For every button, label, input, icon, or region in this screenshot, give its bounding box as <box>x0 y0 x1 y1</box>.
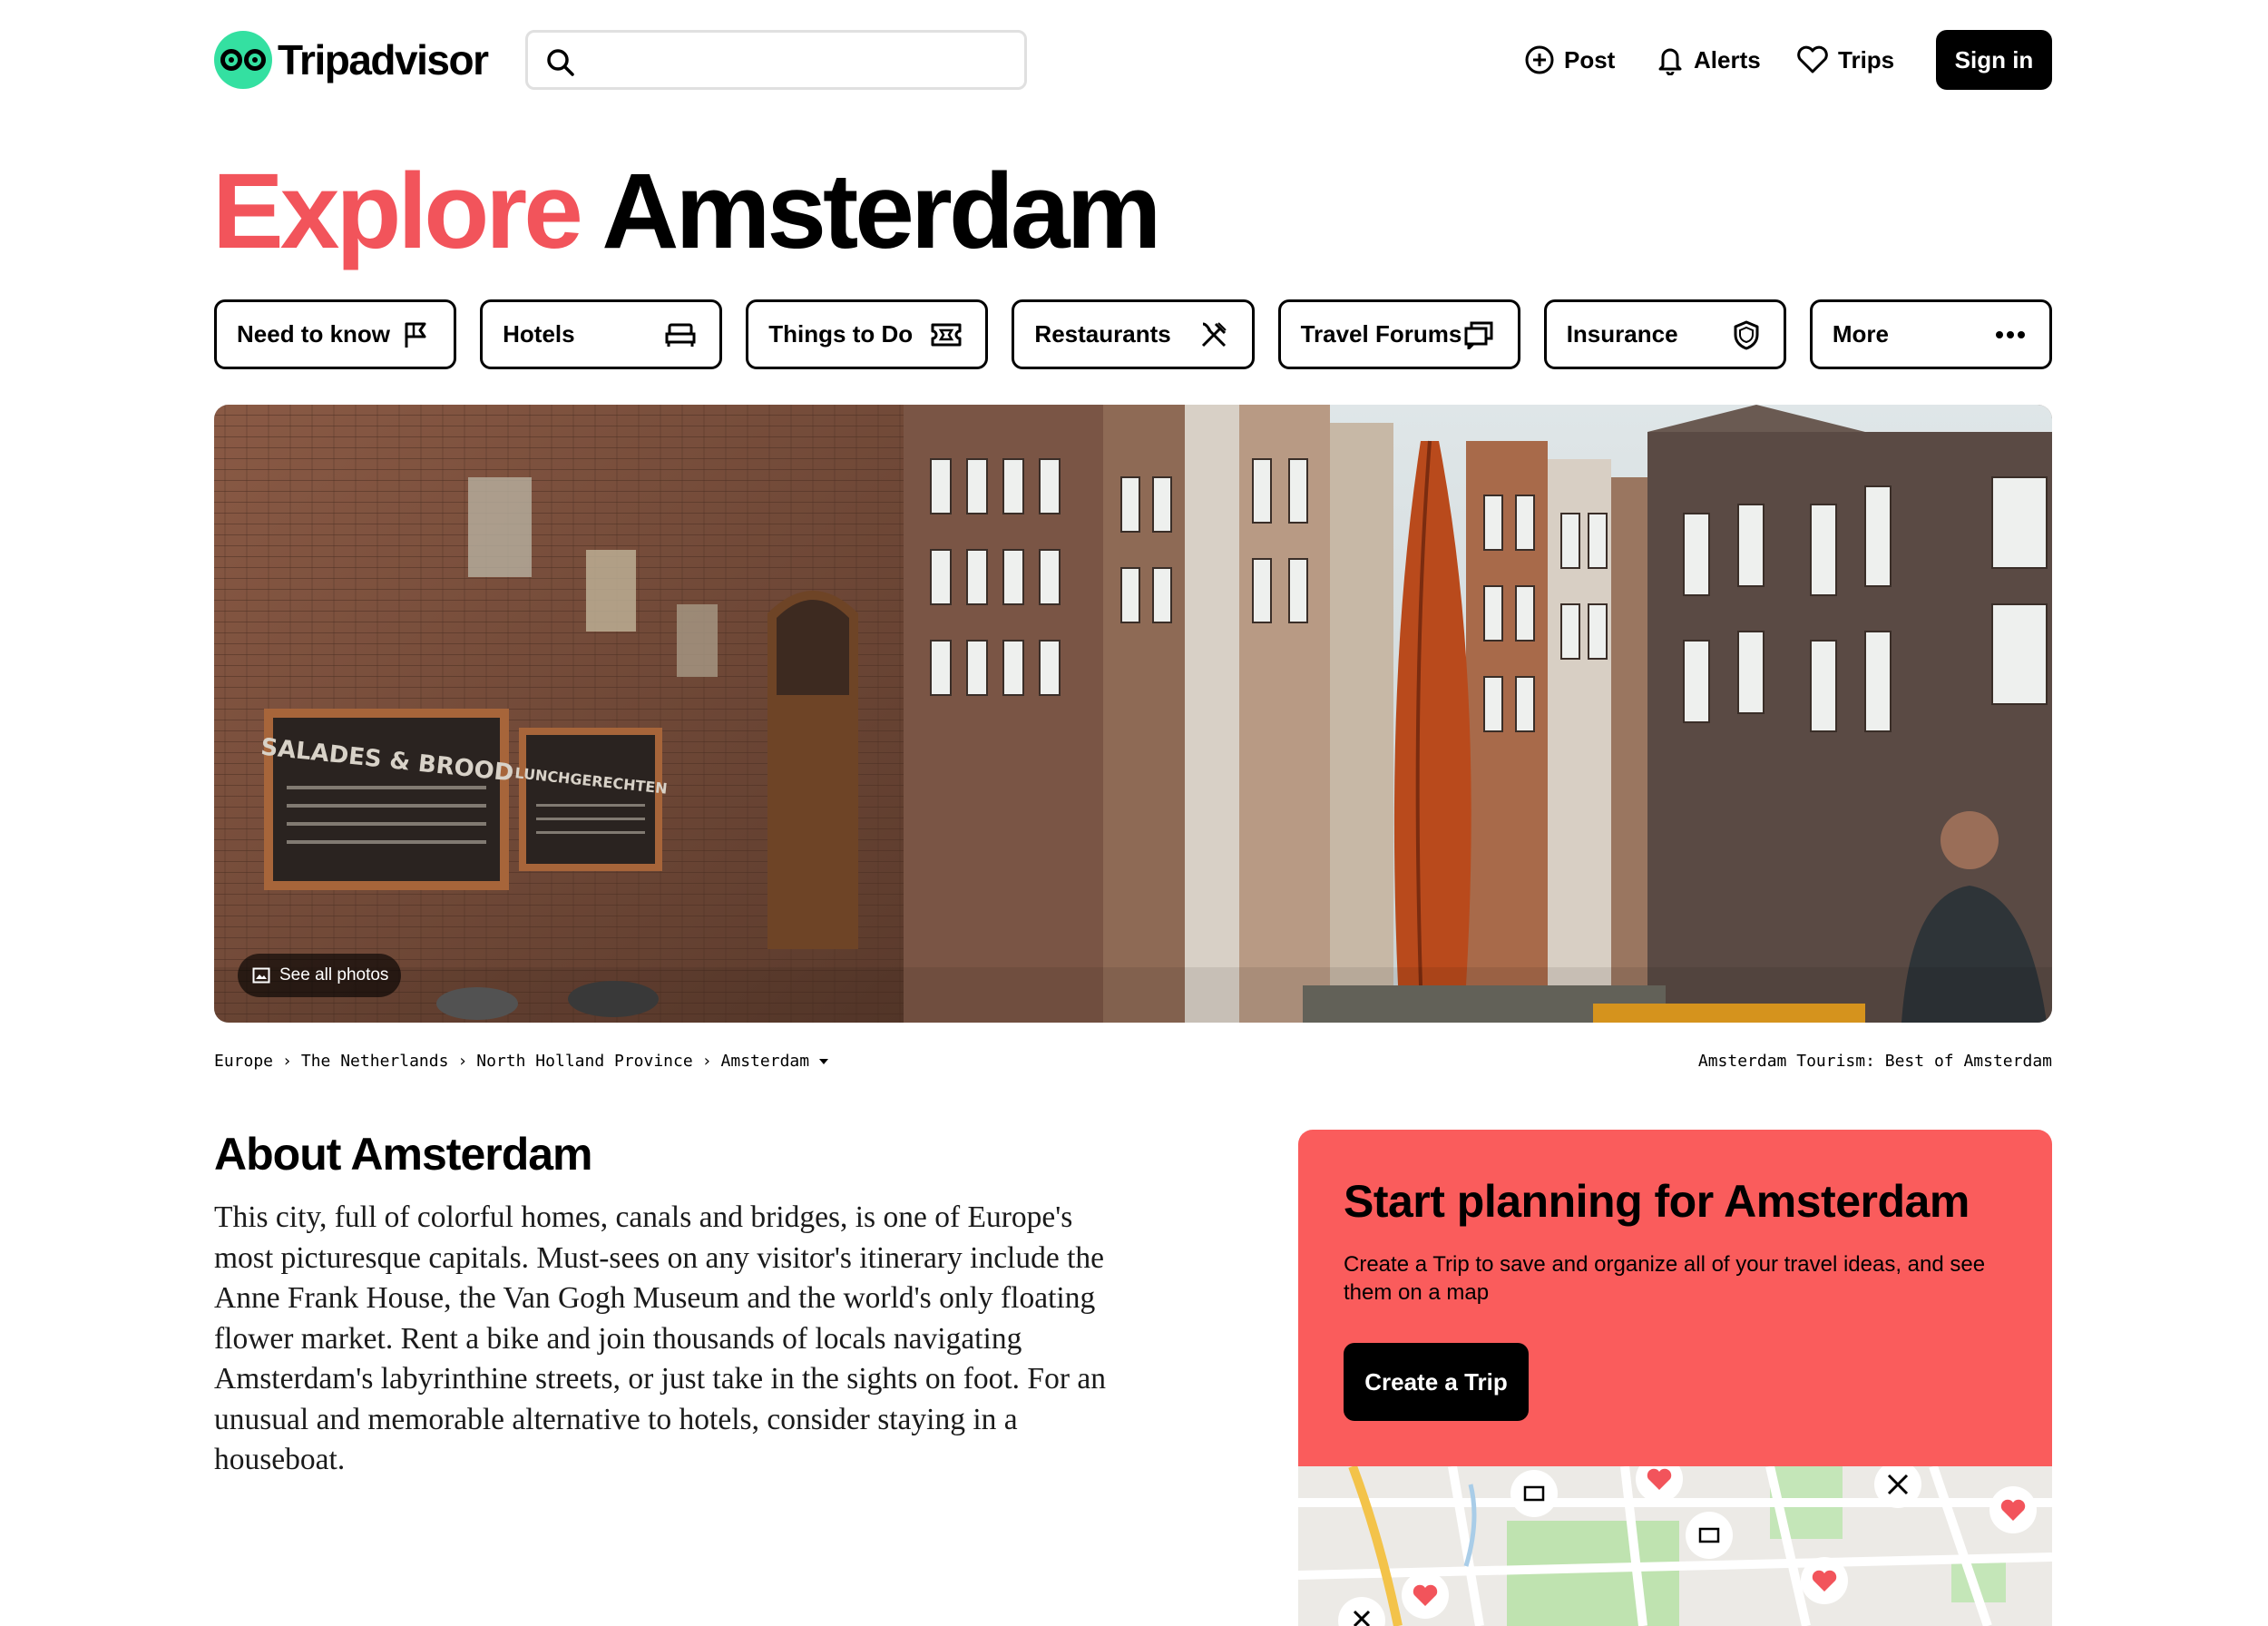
chevron-right-icon: › <box>457 1052 468 1071</box>
page-title: Explore Amsterdam <box>212 152 1161 271</box>
breadcrumb-amsterdam[interactable]: Amsterdam <box>721 1052 810 1071</box>
dots-icon <box>1995 330 2025 338</box>
nav-post-label: Post <box>1564 45 1616 73</box>
chip-travel-forums[interactable]: Travel Forums <box>1277 299 1520 369</box>
tourism-link[interactable]: Amsterdam Tourism: Best of Amsterdam <box>1698 1052 2052 1071</box>
shield-icon <box>1734 320 1759 349</box>
nav-alerts-label: Alerts <box>1694 45 1761 73</box>
amsterdam-canal-photo: SALADES & BROOD LUNCHGERECHTEN <box>214 405 2052 1023</box>
chevron-right-icon: › <box>282 1052 292 1071</box>
sign-in-button[interactable]: Sign in <box>1936 30 2052 90</box>
category-chips: Need to know Hotels Things to Do Restaur… <box>214 299 2052 369</box>
breadcrumb: Europe › The Netherlands › North Holland… <box>214 1052 829 1071</box>
breadcrumb-europe[interactable]: Europe <box>214 1052 273 1071</box>
chip-insurance[interactable]: Insurance <box>1543 299 1786 369</box>
nav-alerts[interactable]: Alerts <box>1656 34 1761 85</box>
nav-trips-label: Trips <box>1838 45 1895 73</box>
chevron-right-icon: › <box>701 1052 712 1071</box>
create-trip-button[interactable]: Create a Trip <box>1344 1343 1529 1421</box>
chat-icon <box>1464 321 1493 349</box>
fork-knife-icon <box>1201 321 1227 347</box>
bed-icon <box>665 323 696 347</box>
trip-planning-card: Start planning for Amsterdam Create a Tr… <box>1298 1130 2052 1626</box>
chip-label: Things to Do <box>768 320 914 348</box>
plus-circle-icon <box>1525 45 1554 74</box>
see-all-photos-button[interactable]: See all photos <box>238 954 402 997</box>
map-illustration <box>1298 1455 2052 1626</box>
tripadvisor-logo[interactable]: Tripadvisor <box>214 31 489 89</box>
image-icon <box>252 967 270 984</box>
trip-map-preview <box>1298 1455 2052 1626</box>
title-accent: Explore <box>212 152 583 271</box>
hero-photo[interactable]: SALADES & BROOD LUNCHGERECHTEN See all p… <box>214 405 2052 1023</box>
flag-icon <box>405 322 426 348</box>
chip-label: Restaurants <box>1034 320 1171 348</box>
title-city: Amsterdam <box>601 152 1161 271</box>
logo-text: Tripadvisor <box>278 36 489 83</box>
plan-description: Create a Trip to save and organize all o… <box>1344 1252 1986 1305</box>
plan-banner: Start planning for Amsterdam Create a Tr… <box>1298 1130 2052 1466</box>
heart-icon <box>1797 45 1828 73</box>
chip-need-to-know[interactable]: Need to know <box>214 299 457 369</box>
chip-label: Travel Forums <box>1300 320 1462 348</box>
ticket-icon <box>931 323 962 346</box>
search-input[interactable] <box>525 30 1027 90</box>
chip-label: Insurance <box>1566 320 1678 348</box>
bell-icon <box>1658 48 1682 75</box>
search-icon <box>547 49 574 76</box>
chip-label: Hotels <box>503 320 575 348</box>
caret-down-icon[interactable] <box>818 1058 829 1065</box>
chip-hotels[interactable]: Hotels <box>480 299 723 369</box>
chip-things-to-do[interactable]: Things to Do <box>746 299 989 369</box>
about-heading: About Amsterdam <box>214 1129 593 1180</box>
site-header: Tripadvisor Post Alerts Trips Sign in <box>0 0 2268 120</box>
breadcrumb-north-holland[interactable]: North Holland Province <box>476 1052 692 1071</box>
nav-post[interactable]: Post <box>1524 34 1615 85</box>
about-body: This city, full of colorful homes, canal… <box>214 1200 1106 1476</box>
chip-label: Need to know <box>237 320 391 348</box>
nav-trips[interactable]: Trips <box>1796 34 1894 85</box>
chip-more[interactable]: More <box>1809 299 2052 369</box>
plan-title: Start planning for Amsterdam <box>1344 1176 1970 1227</box>
chip-restaurants[interactable]: Restaurants <box>1012 299 1255 369</box>
see-all-photos-label: See all photos <box>279 965 389 984</box>
chip-label: More <box>1832 320 1889 348</box>
owl-logo-icon <box>214 31 272 89</box>
breadcrumb-netherlands[interactable]: The Netherlands <box>301 1052 449 1071</box>
